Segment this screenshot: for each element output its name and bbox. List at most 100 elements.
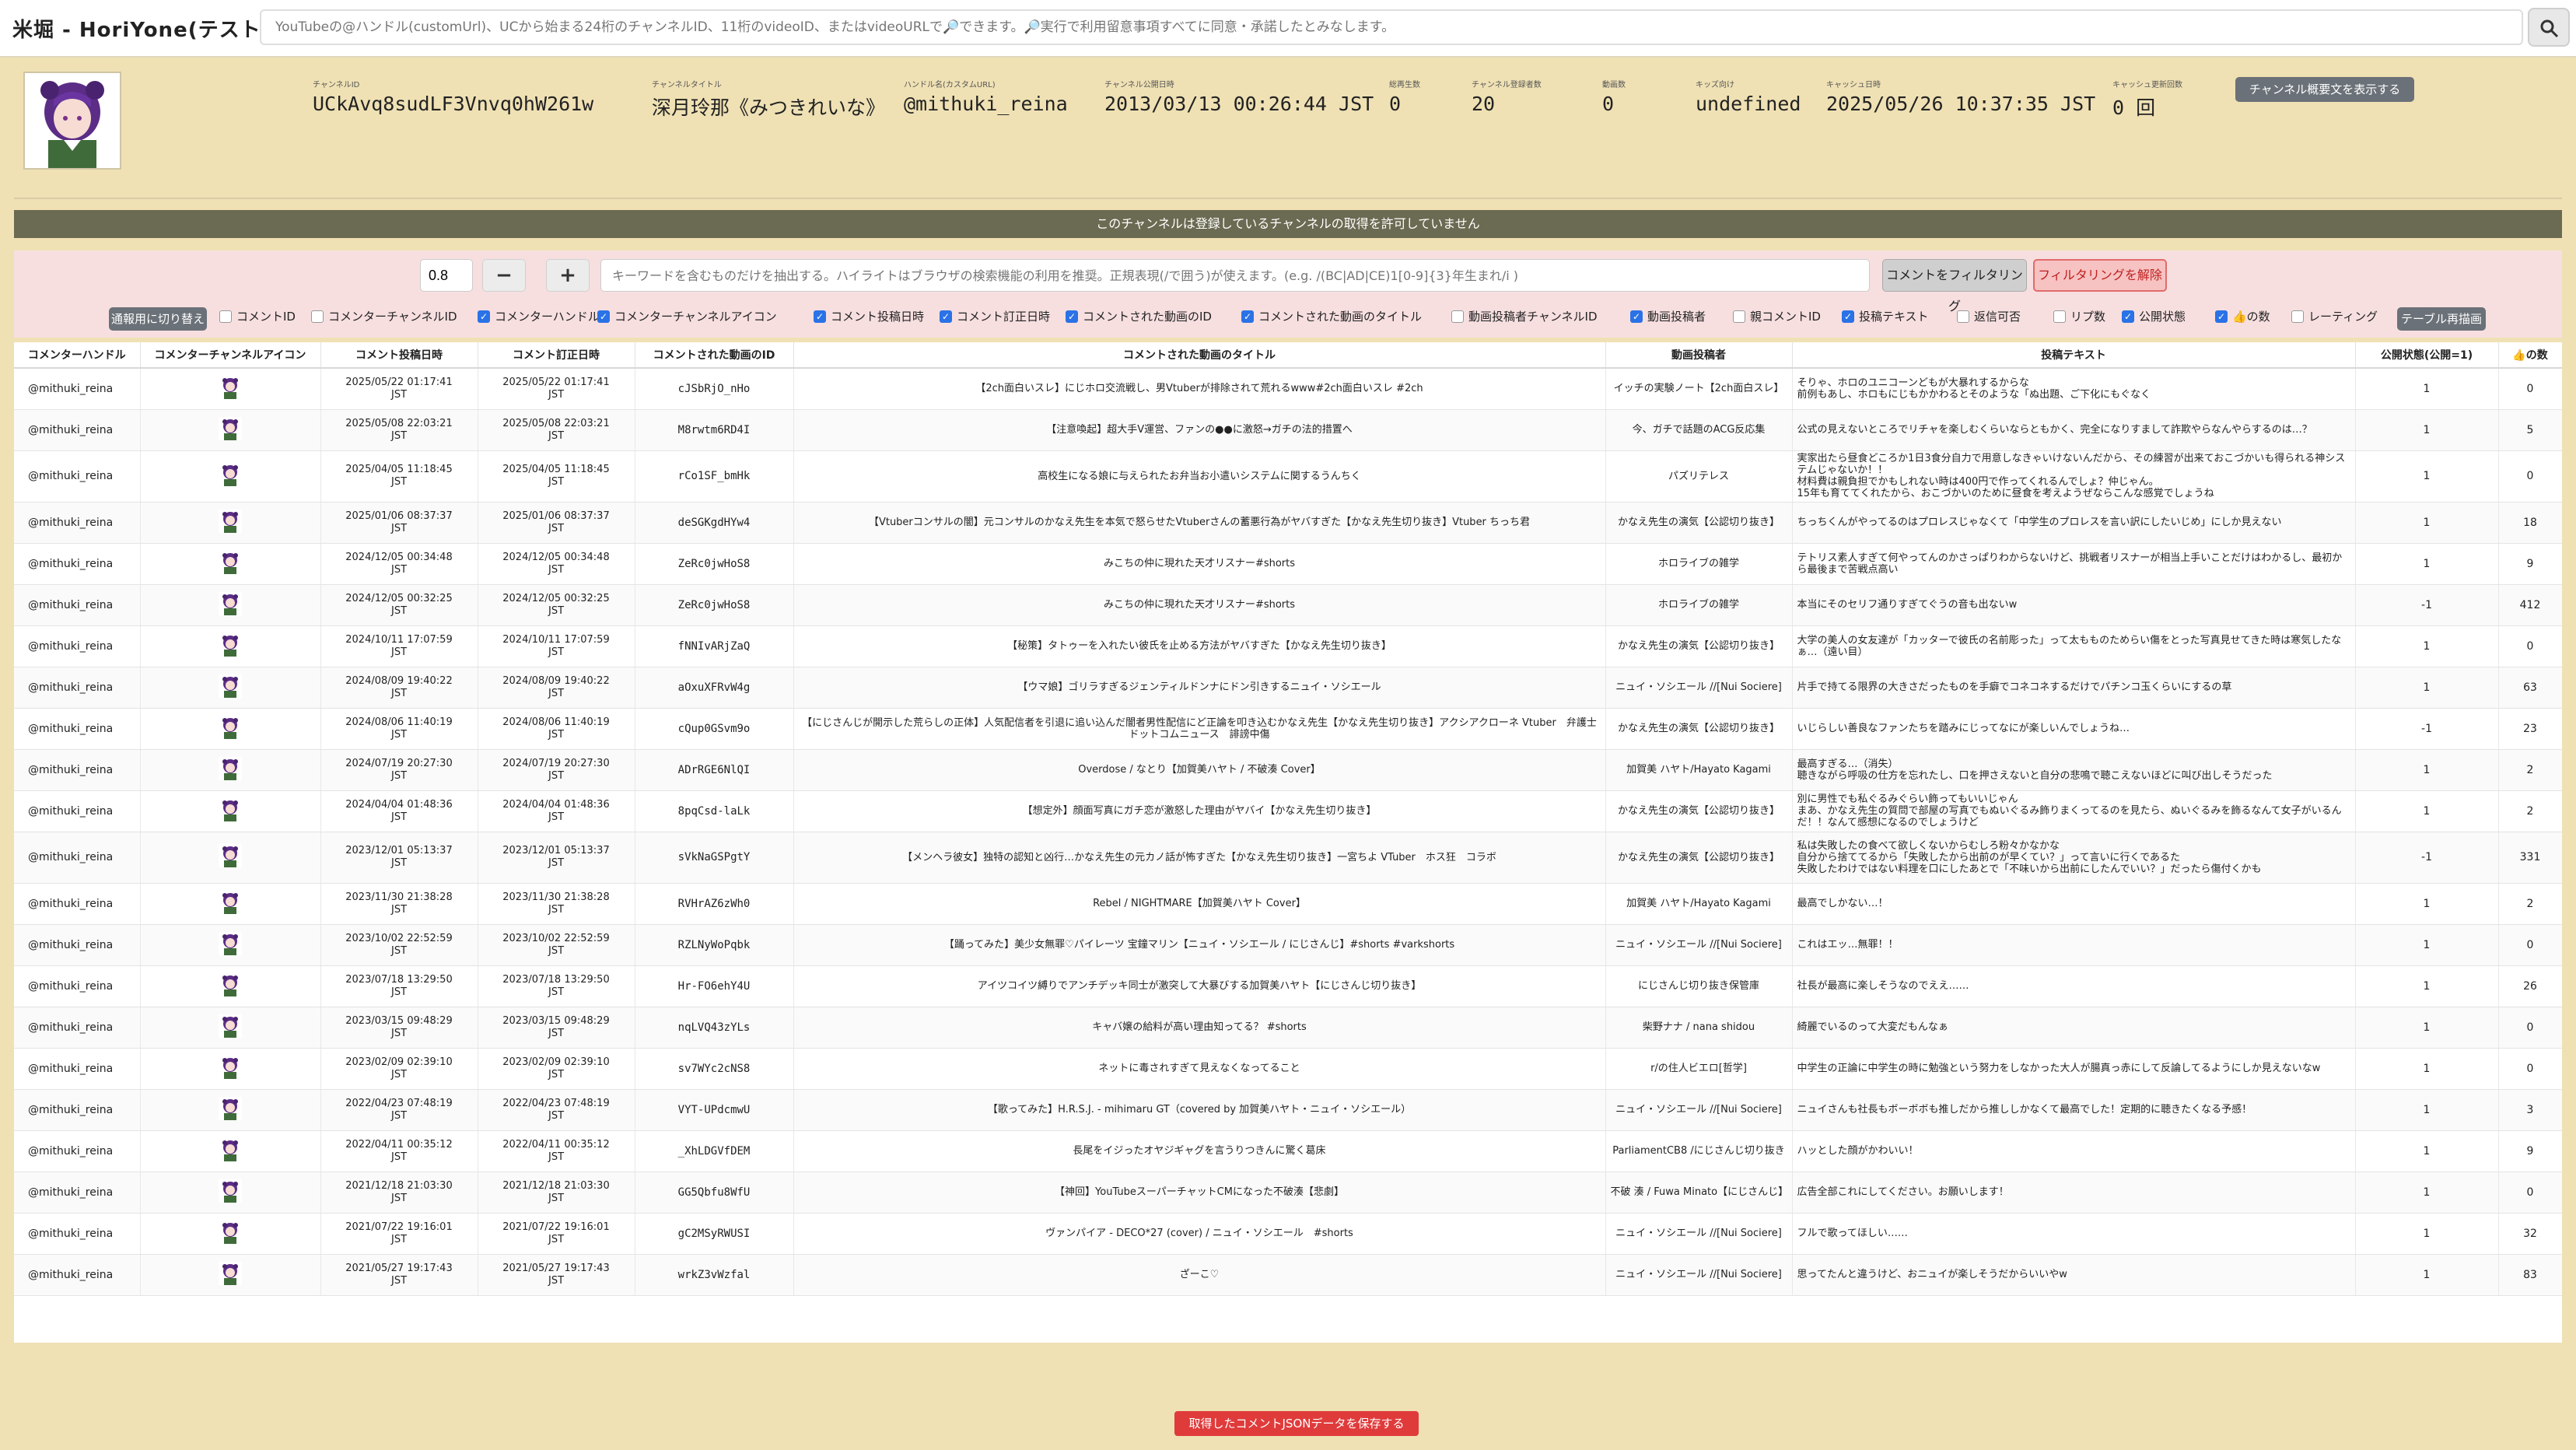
commenter-handle[interactable]: @mithuki_reina	[14, 832, 141, 884]
column-header[interactable]: コメント訂正日時	[478, 342, 635, 369]
column-header[interactable]: コメントされた動画のID	[635, 342, 794, 369]
column-toggle[interactable]: コメント訂正日時	[940, 308, 1050, 324]
commenter-handle[interactable]: @mithuki_reina	[14, 883, 141, 925]
table-row[interactable]: @mithuki_reina 2025/04/05 11:18:45 JST 2025…	[14, 450, 2562, 503]
column-toggle[interactable]: コメンターハンドル	[478, 308, 600, 324]
video-title[interactable]: 【踊ってみた】美少女無罪♡パイレーツ 宝鐘マリン【ニュイ・ソシエール / にじさ…	[793, 924, 1606, 966]
checkbox[interactable]	[940, 310, 952, 323]
commenter-handle[interactable]: @mithuki_reina	[14, 584, 141, 626]
search-button[interactable]	[2528, 8, 2570, 47]
video-title[interactable]: みこちの仲に現れた天才リスナー#shorts	[793, 543, 1606, 585]
video-title[interactable]: キャバ嬢の給料が高い理由知ってる？ #shorts	[793, 1007, 1606, 1049]
video-uploader[interactable]: 加賀美 ハヤト/Hayato Kagami	[1605, 749, 1793, 791]
video-uploader[interactable]: 今、ガチで話題のACG反応集	[1605, 409, 1793, 451]
video-id[interactable]: VYT-UPdcmwU	[635, 1089, 794, 1131]
table-row[interactable]: @mithuki_reina 2023/11/30 21:38:28 JST 2023…	[14, 883, 2562, 925]
video-id[interactable]: cJSbRjO_nHo	[635, 368, 794, 410]
video-id[interactable]: Hr-FO6ehY4U	[635, 965, 794, 1007]
commenter-handle[interactable]: @mithuki_reina	[14, 625, 141, 667]
table-row[interactable]: @mithuki_reina 2024/08/06 11:40:19 JST 2024…	[14, 708, 2562, 750]
video-title[interactable]: ヴァンパイア - DECO*27 (cover) / ニュイ・ソシエール #sh…	[793, 1213, 1606, 1255]
table-row[interactable]: @mithuki_reina 2024/12/05 00:32:25 JST 2024…	[14, 584, 2562, 626]
column-toggle[interactable]: 動画投稿者チャンネルID	[1451, 308, 1598, 324]
video-id[interactable]: 8pqCsd-laLk	[635, 790, 794, 832]
video-uploader[interactable]: ホロライブの雑学	[1605, 584, 1793, 626]
commenter-handle[interactable]: @mithuki_reina	[14, 924, 141, 966]
column-header[interactable]: 投稿テキスト	[1792, 342, 2356, 369]
checkbox[interactable]	[1241, 310, 1254, 323]
keyword-filter-input[interactable]	[600, 259, 1870, 292]
video-id[interactable]: nqLVQ43zYLs	[635, 1007, 794, 1049]
column-toggle[interactable]: 公開状態	[2122, 308, 2186, 324]
commenter-handle[interactable]: @mithuki_reina	[14, 1213, 141, 1255]
redraw-table-button[interactable]: テーブル再描画	[2397, 307, 2486, 331]
video-uploader[interactable]: 加賀美 ハヤト/Hayato Kagami	[1605, 883, 1793, 925]
checkbox[interactable]	[814, 310, 826, 323]
commenter-handle[interactable]: @mithuki_reina	[14, 1172, 141, 1214]
table-row[interactable]: @mithuki_reina 2024/10/11 17:07:59 JST 2024…	[14, 625, 2562, 667]
commenter-handle[interactable]: @mithuki_reina	[14, 1007, 141, 1049]
video-id[interactable]: RZLNyWoPqbk	[635, 924, 794, 966]
video-title[interactable]: Overdose / なとり【加賀美ハヤト / 不破湊 Cover】	[793, 749, 1606, 791]
table-row[interactable]: @mithuki_reina 2025/05/08 22:03:21 JST 2025…	[14, 409, 2562, 451]
video-id[interactable]: gC2MSyRWUSI	[635, 1213, 794, 1255]
video-uploader[interactable]: かなえ先生の演気【公認切り抜き】	[1605, 625, 1793, 667]
video-uploader[interactable]: r/の住人ビエロ[哲学]	[1605, 1048, 1793, 1090]
commenter-handle[interactable]: @mithuki_reina	[14, 450, 141, 503]
video-title[interactable]: ネットに毒されすぎて見えなくなってること	[793, 1048, 1606, 1090]
checkbox[interactable]	[1451, 310, 1464, 323]
column-header[interactable]: コメント投稿日時	[320, 342, 478, 369]
video-id[interactable]: deSGKgdHYw4	[635, 502, 794, 544]
commenter-handle[interactable]: @mithuki_reina	[14, 543, 141, 585]
video-uploader[interactable]: 不破 湊 / Fuwa Minato【にじさんじ】	[1605, 1172, 1793, 1214]
video-id[interactable]: wrkZ3vWzfal	[635, 1254, 794, 1296]
video-title[interactable]: 【秘策】タトゥーを入れたい彼氏を止める方法がヤバすぎた【かなえ先生切り抜き】	[793, 625, 1606, 667]
video-id[interactable]: aOxuXFRvW4g	[635, 667, 794, 709]
column-toggle[interactable]: レーティング	[2291, 308, 2378, 324]
column-toggle[interactable]: コメント投稿日時	[814, 308, 924, 324]
video-title[interactable]: 【神回】YouTubeスーパーチャットCMになった不破湊【悲劇】	[793, 1172, 1606, 1214]
checkbox[interactable]	[1630, 310, 1643, 323]
video-title[interactable]: 【注意喚起】超大手V運営、ファンの●●に激怒→ガチの法的措置へ	[793, 409, 1606, 451]
threshold-input[interactable]	[420, 259, 473, 292]
column-toggle[interactable]: コメントされた動画のタイトル	[1241, 308, 1422, 324]
video-title[interactable]: 【にじさんじが開示した荒らしの正体】人気配信者を引退に追い込んだ闇者男性配信にど…	[793, 708, 1606, 750]
video-uploader[interactable]: 柴野ナナ / nana shidou	[1605, 1007, 1793, 1049]
checkbox[interactable]	[311, 310, 324, 323]
video-uploader[interactable]: かなえ先生の演気【公認切り抜き】	[1605, 832, 1793, 884]
video-title[interactable]: アイツコイツ縛りでアンチデッキ同士が激突して大暴びする加賀美ハヤト【にじさんじ切…	[793, 965, 1606, 1007]
clear-filter-button[interactable]: フィルタリングを解除	[2033, 259, 2167, 292]
table-row[interactable]: @mithuki_reina 2022/04/23 07:48:19 JST 2022…	[14, 1089, 2562, 1131]
video-id[interactable]: _XhLDGVfDEM	[635, 1130, 794, 1172]
video-id[interactable]: ZeRc0jwHoS8	[635, 543, 794, 585]
table-row[interactable]: @mithuki_reina 2022/04/11 00:35:12 JST 2022…	[14, 1130, 2562, 1172]
video-uploader[interactable]: ニュイ・ソシエール //[Nui Sociere]	[1605, 924, 1793, 966]
video-id[interactable]: sVkNaGSPgtY	[635, 832, 794, 884]
video-id[interactable]: ADrRGE6NlQI	[635, 749, 794, 791]
table-row[interactable]: @mithuki_reina 2023/02/09 02:39:10 JST 2023…	[14, 1048, 2562, 1090]
search-input[interactable]	[260, 9, 2523, 45]
video-title[interactable]: 【Vtuberコンサルの闇】元コンサルのかなえ先生を本気で怒らせたVtuberさ…	[793, 502, 1606, 544]
video-title[interactable]: Rebel / NIGHTMARE【加賀美ハヤト Cover】	[793, 883, 1606, 925]
filter-comments-button[interactable]: コメントをフィルタリング	[1882, 259, 2027, 313]
video-id[interactable]: ZeRc0jwHoS8	[635, 584, 794, 626]
video-id[interactable]: sv7WYc2cNS8	[635, 1048, 794, 1090]
column-toggle[interactable]: 👍の数	[2215, 308, 2270, 324]
table-row[interactable]: @mithuki_reina 2024/07/19 20:27:30 JST 2024…	[14, 749, 2562, 791]
checkbox[interactable]	[219, 310, 232, 323]
checkbox[interactable]	[597, 310, 610, 323]
video-uploader[interactable]: ニュイ・ソシエール //[Nui Sociere]	[1605, 667, 1793, 709]
checkbox[interactable]	[1066, 310, 1078, 323]
video-title[interactable]: 高校生になる娘に与えられたお弁当お小遣いシステムに関するうんちく	[793, 450, 1606, 503]
video-id[interactable]: GG5Qbfu8WfU	[635, 1172, 794, 1214]
checkbox[interactable]	[1842, 310, 1854, 323]
commenter-handle[interactable]: @mithuki_reina	[14, 1089, 141, 1131]
table-row[interactable]: @mithuki_reina 2024/04/04 01:48:36 JST 2024…	[14, 790, 2562, 832]
video-uploader[interactable]: パズリテレス	[1605, 450, 1793, 503]
column-header[interactable]: 👍の数	[2498, 342, 2562, 369]
table-row[interactable]: @mithuki_reina 2021/05/27 19:17:43 JST 2021…	[14, 1254, 2562, 1296]
checkbox[interactable]	[2291, 310, 2304, 323]
video-id[interactable]: rCo1SF_bmHk	[635, 450, 794, 503]
column-toggle[interactable]: リプ数	[2053, 308, 2105, 324]
column-header[interactable]: 動画投稿者	[1605, 342, 1793, 369]
